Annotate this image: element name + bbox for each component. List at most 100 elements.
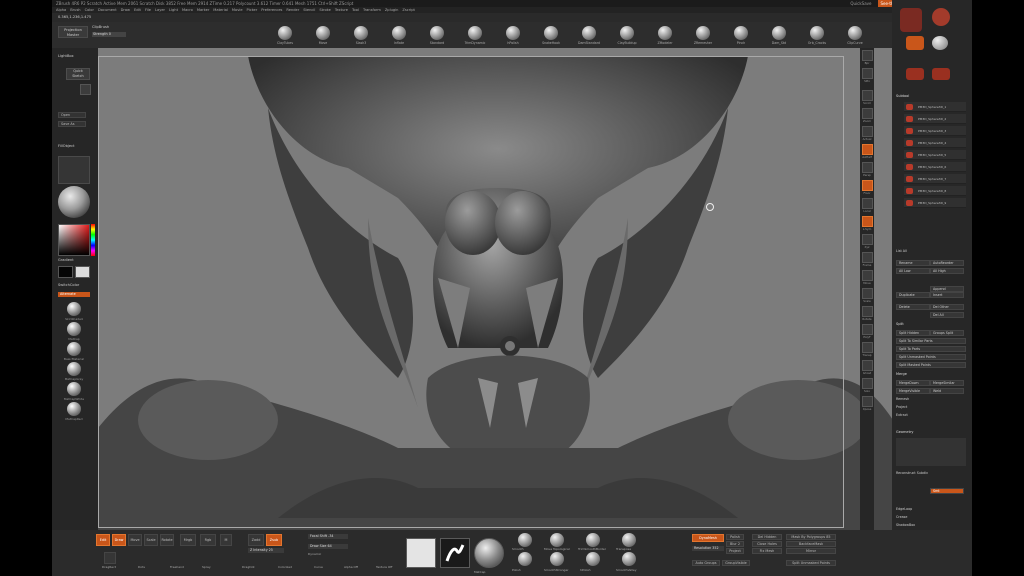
- bpr-button[interactable]: [862, 50, 873, 61]
- menu-edit[interactable]: Edit: [134, 7, 141, 13]
- sketch-icon[interactable]: [80, 84, 91, 95]
- all-high-button[interactable]: All High: [930, 268, 964, 274]
- smt-toggle[interactable]: Smt: [930, 488, 964, 494]
- xyz-button[interactable]: [862, 234, 873, 245]
- menu-material[interactable]: Material: [213, 7, 228, 13]
- auto-groups-button[interactable]: Auto Groups: [692, 560, 720, 566]
- sculpt-viewport[interactable]: [98, 48, 898, 530]
- subtool-header[interactable]: Subtool: [896, 94, 966, 99]
- persp-button[interactable]: [862, 162, 873, 173]
- split-header[interactable]: Split: [896, 322, 966, 327]
- menu-picker[interactable]: Picker: [247, 7, 258, 13]
- color-picker[interactable]: [58, 224, 90, 256]
- actual-button[interactable]: [862, 126, 873, 137]
- delete-button[interactable]: Delete: [896, 304, 930, 310]
- menu-stroke[interactable]: Stroke: [319, 7, 330, 13]
- dynamic-toggle[interactable]: Dynamic: [308, 552, 321, 556]
- project-button[interactable]: Project: [896, 404, 966, 410]
- autoreorder-button[interactable]: AutoReorder: [930, 260, 964, 266]
- local-button[interactable]: [862, 198, 873, 209]
- focal-shift-slider[interactable]: Focal Shift -34: [308, 534, 348, 539]
- menu-zscript[interactable]: Zscript: [402, 7, 414, 13]
- material-icon[interactable]: [67, 382, 81, 396]
- resolution-slider[interactable]: Resolution 352: [692, 546, 724, 551]
- close-holes-button[interactable]: Close Holes: [752, 541, 782, 547]
- brush-slot[interactable]: ClayBuildup: [612, 26, 642, 45]
- merge-similar-button[interactable]: MergeSimilar: [930, 380, 964, 386]
- material-slot-icon[interactable]: [474, 538, 504, 568]
- save-as-button[interactable]: Save As: [58, 121, 86, 127]
- rename-button[interactable]: Rename: [896, 260, 930, 266]
- mrgb-button[interactable]: Mrgb: [180, 534, 196, 546]
- material-icon[interactable]: [67, 362, 81, 376]
- brush-slot[interactable]: hPolish: [498, 26, 528, 45]
- geometry-header[interactable]: Geometry: [896, 430, 966, 435]
- brush-slot[interactable]: Inflate: [384, 26, 414, 45]
- menu-draw[interactable]: Draw: [121, 7, 130, 13]
- scroll-button[interactable]: [862, 90, 873, 101]
- material-icon[interactable]: [67, 302, 81, 316]
- mirror-button[interactable]: Mirror: [786, 548, 836, 554]
- subtool-item[interactable]: PM3D_Sphere3D_8: [904, 186, 966, 196]
- split-unmasked-button[interactable]: Split Unmasked Points: [896, 354, 966, 360]
- zoom-button[interactable]: [862, 108, 873, 119]
- subtool-item[interactable]: PM3D_Sphere3D_5: [904, 150, 966, 160]
- tool-thumbnail-icon[interactable]: [932, 36, 948, 50]
- subtool-item[interactable]: PM3D_Sphere3D_7: [904, 174, 966, 184]
- quicksave-button[interactable]: QuickSave: [847, 0, 874, 7]
- menu-color[interactable]: Color: [85, 7, 94, 13]
- menu-preferences[interactable]: Preferences: [261, 7, 282, 13]
- floor-button[interactable]: [862, 180, 873, 191]
- strength-slider[interactable]: Strength 0: [92, 32, 126, 37]
- del-all-button[interactable]: Del All: [930, 312, 964, 318]
- brush-slot[interactable]: ZModeler: [650, 26, 680, 45]
- brush-ball-icon[interactable]: [586, 533, 600, 547]
- menu-render[interactable]: Render: [286, 7, 299, 13]
- split-hidden-button[interactable]: Split Hidden: [896, 330, 930, 336]
- menu-texture[interactable]: Texture: [335, 7, 348, 13]
- split-similar-button[interactable]: Split To Similar Parts: [896, 338, 966, 344]
- scale-view-button[interactable]: [862, 288, 873, 299]
- polish-toggle[interactable]: Polish: [726, 534, 744, 540]
- zadd-button[interactable]: Zadd: [248, 534, 264, 546]
- brush-slot[interactable]: Move: [308, 26, 338, 45]
- brush-slot[interactable]: DamStandard: [574, 26, 604, 45]
- menu-brush[interactable]: Brush: [70, 7, 80, 13]
- split-masked-button[interactable]: Split Masked Points: [896, 362, 966, 368]
- projection-master-button[interactable]: Projection Master: [58, 26, 88, 38]
- drag-rect-stroke-icon[interactable]: [104, 552, 116, 564]
- texture-slot-icon[interactable]: [406, 538, 436, 568]
- brush-slot[interactable]: ZRemesher: [688, 26, 718, 45]
- subtool-item[interactable]: PM3D_Sphere3D_1: [904, 102, 966, 112]
- quick-sketch-button[interactable]: Quick Sketch: [66, 68, 90, 80]
- m-button[interactable]: M: [220, 534, 232, 546]
- rotate-view-button[interactable]: [862, 306, 873, 317]
- switch-color-button[interactable]: SwitchColor: [58, 283, 79, 287]
- menu-movie[interactable]: Movie: [232, 7, 243, 13]
- brush-slot[interactable]: TrimDynamic: [460, 26, 490, 45]
- xpose-button[interactable]: [862, 396, 873, 407]
- tool-thumbnail-icon[interactable]: [900, 8, 922, 32]
- secondary-color-swatch[interactable]: [75, 266, 90, 278]
- split-parts-button[interactable]: Split To Parts: [896, 346, 966, 352]
- edgeloop-button[interactable]: EdgeLoop: [896, 506, 966, 512]
- brush-ball-icon[interactable]: [518, 552, 532, 566]
- del-other-button[interactable]: Del Other: [930, 304, 964, 310]
- brush-ball-icon[interactable]: [550, 533, 564, 547]
- material-icon[interactable]: [67, 322, 81, 336]
- brush-slot[interactable]: Orb_Cracks: [802, 26, 832, 45]
- brush-slot[interactable]: ClayTubes: [270, 26, 300, 45]
- fix-mesh-button[interactable]: Fix Mesh: [752, 548, 782, 554]
- brush-slot[interactable]: Dam_Std: [764, 26, 794, 45]
- duplicate-button[interactable]: Duplicate: [896, 292, 930, 298]
- brush-ball-icon[interactable]: [550, 552, 564, 566]
- rgb-button[interactable]: Rgb: [200, 534, 216, 546]
- tool-thumbnail-icon[interactable]: [932, 68, 950, 80]
- brush-slot[interactable]: SnakeHook: [536, 26, 566, 45]
- draw-button[interactable]: Draw: [112, 534, 126, 546]
- move-button[interactable]: Move: [128, 534, 142, 546]
- menu-zplugin[interactable]: Zplugin: [385, 7, 399, 13]
- brush-slot[interactable]: Standard: [422, 26, 452, 45]
- menu-tool[interactable]: Tool: [352, 7, 359, 13]
- material-icon[interactable]: [67, 342, 81, 356]
